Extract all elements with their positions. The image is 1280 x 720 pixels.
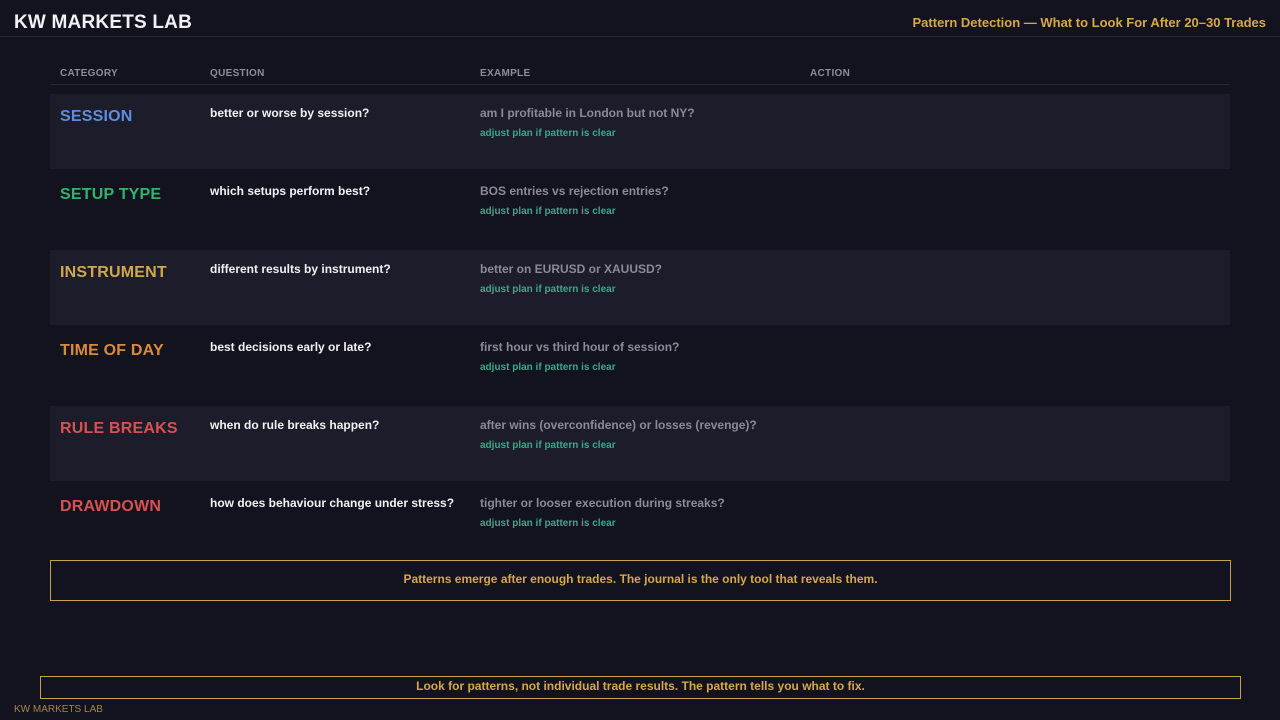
brand-title: KW MARKETS LAB [14,12,193,33]
table-row: DRAWDOWN how does behaviour change under… [50,484,1230,559]
row-example: after wins (overconfidence) or losses (r… [480,418,757,432]
row-example: tighter or looser execution during strea… [480,496,725,510]
row-category: SESSION [60,108,133,125]
row-action: adjust plan if pattern is clear [480,518,616,529]
column-header-example: EXAMPLE [480,68,531,79]
row-example: first hour vs third hour of session? [480,340,680,354]
table-header: CATEGORY QUESTION EXAMPLE ACTION [50,66,1230,85]
row-question: best decisions early or late? [210,340,372,354]
row-action: adjust plan if pattern is clear [480,284,616,295]
row-example: am I profitable in London but not NY? [480,106,695,120]
page-subtitle: Pattern Detection — What to Look For Aft… [912,15,1266,30]
table-row: RULE BREAKS when do rule breaks happen? … [50,406,1230,481]
row-category: RULE BREAKS [60,420,178,437]
row-question: better or worse by session? [210,106,370,120]
row-category: DRAWDOWN [60,498,162,515]
footer-brand: KW MARKETS LAB [14,704,103,715]
row-action: adjust plan if pattern is clear [480,128,616,139]
row-category: SETUP TYPE [60,186,162,203]
table-row: SESSION better or worse by session? am I… [50,94,1230,169]
callout-box: Patterns emerge after enough trades. The… [50,560,1231,601]
table-row: SETUP TYPE which setups perform best? BO… [50,172,1230,247]
column-header-action: ACTION [810,68,851,79]
column-header-category: CATEGORY [60,68,118,79]
row-category: INSTRUMENT [60,264,167,281]
row-question: how does behaviour change under stress? [210,496,455,510]
page-header: KW MARKETS LAB Pattern Detection — What … [0,0,1280,37]
row-category: TIME OF DAY [60,342,164,359]
row-action: adjust plan if pattern is clear [480,362,616,373]
row-example: BOS entries vs rejection entries? [480,184,669,198]
table-row: INSTRUMENT different results by instrume… [50,250,1230,325]
row-question: when do rule breaks happen? [210,418,380,432]
column-header-question: QUESTION [210,68,265,79]
row-question: different results by instrument? [210,262,391,276]
pattern-table: SESSION better or worse by session? am I… [50,94,1230,562]
table-row: TIME OF DAY best decisions early or late… [50,328,1230,403]
footer-banner: Look for patterns, not individual trade … [40,676,1241,699]
row-action: adjust plan if pattern is clear [480,206,616,217]
row-example: better on EURUSD or XAUUSD? [480,262,663,276]
row-question: which setups perform best? [210,184,371,198]
row-action: adjust plan if pattern is clear [480,440,616,451]
